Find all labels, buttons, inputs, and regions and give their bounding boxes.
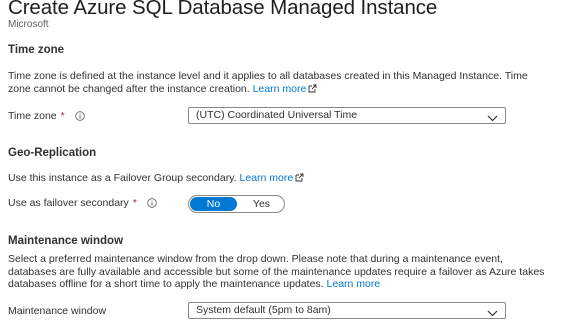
geo-description-text: Use this instance as a Failover Group se… — [8, 172, 237, 184]
failover-secondary-label: Use as failover secondary * — [8, 197, 157, 211]
geo-learn-more-link[interactable]: Learn more — [240, 172, 294, 184]
required-mark: * — [132, 197, 137, 209]
maintenance-window-description: Select a preferred maintenance window fr… — [8, 253, 553, 291]
page-title: Create Azure SQL Database Managed Instan… — [8, 0, 438, 19]
failover-secondary-toggle[interactable]: No Yes — [188, 195, 285, 213]
toggle-option-yes[interactable]: Yes — [239, 197, 284, 211]
chevron-down-icon — [487, 307, 498, 322]
chevron-down-icon — [487, 112, 498, 127]
time-zone-heading: Time zone — [8, 44, 65, 56]
failover-label-text: Use as failover secondary — [8, 197, 129, 209]
required-mark: * — [60, 110, 65, 122]
time-zone-learn-more-link[interactable]: Learn more — [253, 83, 307, 95]
maintenance-learn-more-link[interactable]: Learn more — [327, 278, 381, 290]
geo-replication-description: Use this instance as a Failover Group se… — [8, 172, 553, 186]
time-zone-dropdown-value: (UTC) Coordinated Universal Time — [196, 109, 358, 121]
external-link-icon — [295, 173, 304, 186]
external-link-icon — [308, 84, 317, 97]
time-zone-dropdown[interactable]: (UTC) Coordinated Universal Time — [188, 107, 506, 124]
toggle-option-no[interactable]: No — [190, 197, 237, 211]
maintenance-window-label: Maintenance window — [8, 305, 107, 317]
info-icon[interactable] — [147, 198, 157, 211]
maintenance-window-heading: Maintenance window — [8, 235, 124, 247]
info-icon[interactable] — [74, 111, 85, 124]
time-zone-description: Time zone is defined at the instance lev… — [8, 70, 553, 96]
time-zone-field-label: Time zone * — [8, 110, 85, 124]
more-options-button[interactable]: ··· — [383, 0, 399, 15]
maintenance-window-dropdown[interactable]: System default (5pm to 8am) — [188, 302, 506, 319]
maintenance-dropdown-value: System default (5pm to 8am) — [196, 304, 331, 316]
geo-replication-heading: Geo-Replication — [8, 147, 97, 159]
maintenance-description-text: Select a preferred maintenance window fr… — [8, 253, 545, 290]
publisher-label: Microsoft — [8, 19, 49, 30]
time-zone-label-text: Time zone — [8, 110, 57, 122]
